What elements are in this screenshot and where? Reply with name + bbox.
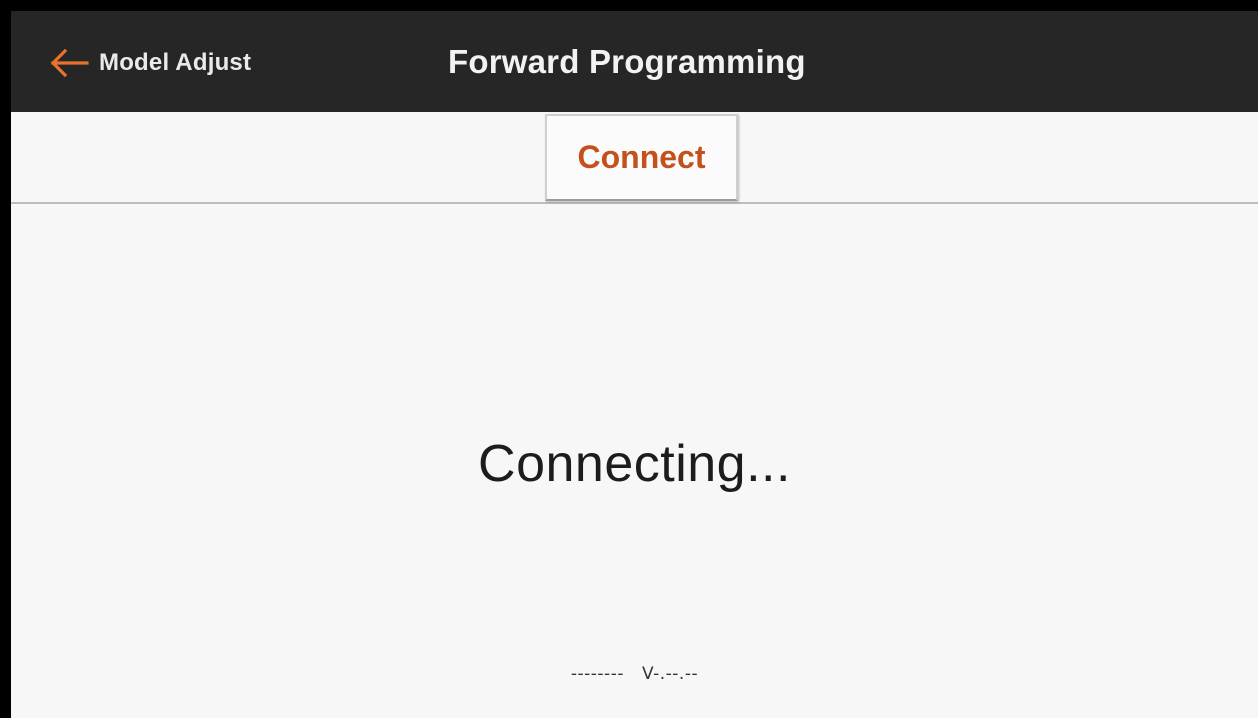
screen: Model Adjust Forward Programming Connect…	[11, 11, 1258, 718]
device-version: V-.--.--	[641, 664, 699, 684]
page-title: Forward Programming	[448, 43, 806, 80]
tab-bar: Connect	[11, 112, 1258, 204]
connect-button[interactable]: Connect	[545, 114, 738, 201]
device-info: -------- V-.--.--	[11, 664, 1258, 684]
main-content: Connecting... -------- V-.--.--	[11, 204, 1258, 718]
device-frame: Model Adjust Forward Programming Connect…	[0, 0, 1258, 718]
device-name: --------	[570, 664, 624, 684]
arrow-left-icon	[50, 48, 89, 78]
connection-status: Connecting...	[478, 435, 791, 493]
title-bar: Model Adjust Forward Programming	[11, 11, 1258, 112]
back-button[interactable]: Model Adjust	[49, 41, 251, 85]
back-button-label: Model Adjust	[99, 49, 252, 76]
